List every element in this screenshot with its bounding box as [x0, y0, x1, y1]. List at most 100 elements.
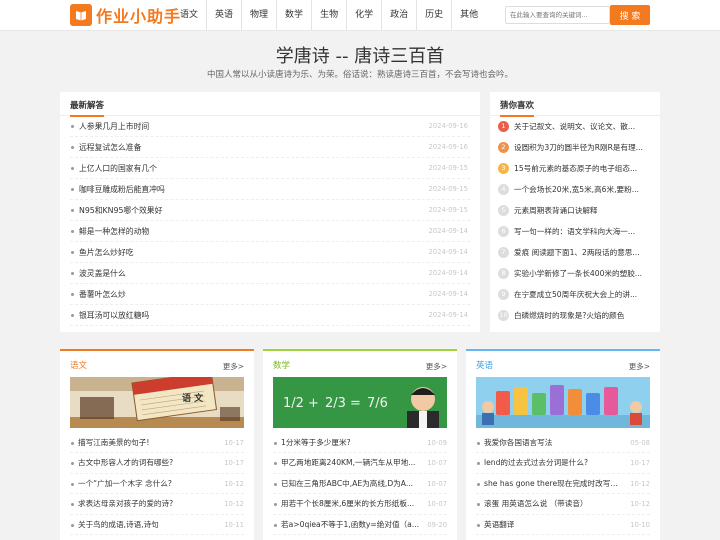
list-item[interactable]: 1 关于记叙文、说明文、议论文、散...	[498, 116, 652, 137]
chinese-banner-image[interactable]: 语 文	[70, 377, 244, 428]
item-title[interactable]: 古文中形容人才的词有哪些?	[78, 453, 173, 472]
nav-item-physics[interactable]: 物理	[241, 0, 276, 30]
item-title[interactable]: 滚蛋 用英语怎么说 （带读音）	[484, 494, 588, 513]
list-item[interactable]: 关于鸟的成语,诗语,诗句 10-11	[70, 515, 244, 535]
item-title[interactable]: 15号前元素的基态原子的电子组态...	[514, 158, 637, 179]
item-date: 10-12	[224, 500, 244, 509]
list-item[interactable]: 1分米等于多少厘米? 10-09	[273, 433, 447, 454]
nav-item-english[interactable]: 英语	[206, 0, 241, 30]
item-title[interactable]: 元素周期表背诵口诀解释	[514, 200, 598, 221]
nav-item-chinese[interactable]: 语文	[172, 0, 206, 30]
list-item[interactable]: 8 实验小学新修了一条长400米的塑胶...	[498, 263, 652, 284]
list-item[interactable]: 银耳汤可以放红糖吗 2024-09-14	[70, 305, 470, 326]
item-title[interactable]: 英语翻译	[484, 515, 514, 534]
chinese-card: 语文 更多> 语 文 描写江南美景的句子! 10-17 古文中形容人才的词有哪些?…	[60, 349, 254, 540]
item-title[interactable]: 1分米等于多少厘米?	[281, 433, 351, 452]
item-title[interactable]: N95和KN95哪个效果好	[79, 206, 162, 215]
item-title[interactable]: 一个会场长20米,宽5米,高6米,要粉...	[514, 179, 639, 200]
list-item[interactable]: 已知在三角形ABC中,AE为高线,D为A... 10-07	[273, 474, 447, 495]
item-title[interactable]: 求表达母亲对孩子的爱的诗?	[78, 494, 173, 513]
item-date: 2024-09-14	[428, 227, 468, 235]
item-title[interactable]: 写一句一样的：语文学科向大海一...	[514, 221, 635, 242]
logo-text: 作业小助手	[96, 7, 182, 26]
item-title[interactable]: 波灵盖是什么	[79, 269, 126, 278]
list-item[interactable]: 咖啡豆雕成粉后能直冲吗 2024-09-15	[70, 179, 470, 200]
search-input[interactable]	[505, 6, 610, 24]
site-logo[interactable]: 作业小助手	[70, 4, 181, 26]
list-item[interactable]: 3 15号前元素的基态原子的电子组态...	[498, 158, 652, 179]
list-item[interactable]: lend的过去式过去分词是什么? 10-17	[476, 453, 650, 474]
item-title[interactable]: 若a>0qiea不等于1,函数y=绝对值（a...	[281, 515, 419, 534]
list-item[interactable]: N95和KN95哪个效果好 2024-09-15	[70, 200, 470, 221]
item-title[interactable]: 银耳汤可以放红糖吗	[79, 311, 149, 320]
list-item[interactable]: 波灵盖是什么 2024-09-14	[70, 263, 470, 284]
list-item[interactable]: 古文中形容人才的词有哪些? 10-17	[70, 453, 244, 474]
list-item[interactable]: 甲乙两地距离240KM,一辆汽车从甲地... 10-07	[273, 453, 447, 474]
item-title[interactable]: 已知在三角形ABC中,AE为高线,D为A...	[281, 474, 413, 493]
item-title[interactable]: 设圆积为3刀的圆半径为R刚R是有理...	[514, 137, 643, 158]
list-item[interactable]: 求表达母亲对孩子的爱的诗? 10-12	[70, 494, 244, 515]
item-title[interactable]: 实验小学新修了一条长400米的塑胶...	[514, 263, 642, 284]
item-title[interactable]: 一个“广加一个木字 念什么?	[78, 474, 172, 493]
nav-item-history[interactable]: 历史	[416, 0, 451, 30]
list-item[interactable]: 描写江南美景的句子! 10-17	[70, 433, 244, 454]
list-item[interactable]: she has gone there现在完成时改写句子 10-12	[476, 474, 650, 495]
nav-item-math[interactable]: 数学	[276, 0, 311, 30]
english-banner-image[interactable]	[476, 377, 650, 428]
item-title[interactable]: 上亿人口的国家有几个	[79, 164, 157, 173]
list-item[interactable]: 上亿人口的国家有几个 2024-09-15	[70, 158, 470, 179]
more-link[interactable]: 更多>	[629, 361, 650, 372]
list-item[interactable]: 6 写一句一样的：语文学科向大海一...	[498, 221, 652, 242]
list-item[interactable]: 7 爱痕 阅读题下面1、2两段话的意思...	[498, 242, 652, 263]
list-item[interactable]: 若a>0qiea不等于1,函数y=绝对值（a... 09-20	[273, 515, 447, 535]
list-item[interactable]: 鱼片怎么炒好吃 2024-09-14	[70, 242, 470, 263]
item-date: 2024-09-14	[428, 311, 468, 319]
rank-badge: 7	[498, 247, 509, 258]
item-title[interactable]: she has gone there现在完成时改写句子	[484, 474, 624, 493]
item-title[interactable]: 爱痕 阅读题下面1、2两段话的意思...	[514, 242, 640, 263]
list-item[interactable]: 番薯叶怎么炒 2024-09-14	[70, 284, 470, 305]
rank-badge: 3	[498, 163, 509, 174]
nav-item-politics[interactable]: 政治	[381, 0, 416, 30]
nav-item-other[interactable]: 其他	[451, 0, 486, 30]
list-item[interactable]: 一个“广加一个木字 念什么? 10-12	[70, 474, 244, 495]
list-item[interactable]: 用若干个长8厘米,6厘米的长方形纸板... 10-07	[273, 494, 447, 515]
list-item[interactable]: 滚蛋 用英语怎么说 （带读音） 10-12	[476, 494, 650, 515]
list-item[interactable]: 10 白磷燃烧时的现象是?火焰的颜色	[498, 305, 652, 326]
list-item[interactable]: 鲱是一种怎样的动物 2024-09-14	[70, 221, 470, 242]
chinese-list: 描写江南美景的句子! 10-17 古文中形容人才的词有哪些? 10-17 一个“广加…	[70, 433, 244, 535]
list-item[interactable]: 9 在宁夏成立50周年庆祝大会上的讲...	[498, 284, 652, 305]
list-item[interactable]: 4 一个会场长20米,宽5米,高6米,要粉...	[498, 179, 652, 200]
more-link[interactable]: 更多>	[426, 361, 447, 372]
item-title[interactable]: 我爱你各国语言写法	[484, 433, 552, 452]
item-title[interactable]: 关于记叙文、说明文、议论文、散...	[514, 116, 635, 137]
item-title[interactable]: 白磷燃烧时的现象是?火焰的颜色	[514, 305, 624, 326]
list-item[interactable]: 远程复试怎么准备 2024-09-16	[70, 137, 470, 158]
item-title[interactable]: 人参果几月上市时间	[79, 122, 149, 131]
item-title[interactable]: 用若干个长8厘米,6厘米的长方形纸板...	[281, 494, 414, 513]
search-button[interactable]: 搜 索	[610, 5, 650, 25]
list-item[interactable]: 5 元素周期表背诵口诀解释	[498, 200, 652, 221]
item-title[interactable]: 咖啡豆雕成粉后能直冲吗	[79, 185, 165, 194]
english-list: 我爱你各国语言写法 05-08 lend的过去式过去分词是什么? 10-17 she…	[476, 433, 650, 535]
item-date: 10-17	[224, 439, 244, 447]
item-title[interactable]: 描写江南美景的句子!	[78, 433, 149, 452]
nav-item-biology[interactable]: 生物	[311, 0, 346, 30]
nav-item-chemistry[interactable]: 化学	[346, 0, 381, 30]
item-title[interactable]: 甲乙两地距离240KM,一辆汽车从甲地...	[281, 453, 415, 472]
item-title[interactable]: 在宁夏成立50周年庆祝大会上的讲...	[514, 284, 637, 305]
item-title[interactable]: 番薯叶怎么炒	[79, 290, 126, 299]
more-link[interactable]: 更多>	[223, 361, 244, 372]
item-title[interactable]: lend的过去式过去分词是什么?	[484, 453, 588, 472]
list-item[interactable]: 2 设圆积为3刀的圆半径为R刚R是有理...	[498, 137, 652, 158]
item-title[interactable]: 鱼片怎么炒好吃	[79, 248, 134, 257]
list-item[interactable]: 英语翻译 10-10	[476, 515, 650, 535]
list-item[interactable]: 我爱你各国语言写法 05-08	[476, 433, 650, 454]
item-title[interactable]: 远程复试怎么准备	[79, 143, 141, 152]
item-title[interactable]: 鲱是一种怎样的动物	[79, 227, 149, 236]
item-title[interactable]: 关于鸟的成语,诗语,诗句	[78, 515, 159, 534]
board-formula-2: 2/3 =	[325, 396, 361, 411]
math-banner-image[interactable]: 1/2 + 2/3 = 7/6	[273, 377, 447, 428]
item-date: 05-08	[630, 439, 650, 447]
list-item[interactable]: 人参果几月上市时间 2024-09-16	[70, 116, 470, 137]
